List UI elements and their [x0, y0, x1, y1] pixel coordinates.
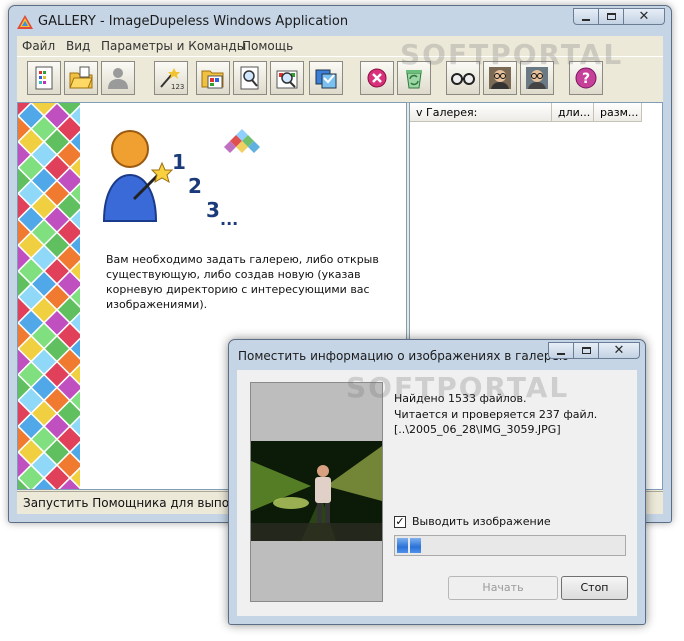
- maximize-icon: [606, 13, 616, 20]
- search-folder-button[interactable]: [270, 61, 304, 95]
- dialog-watermark: SOFTPORTAL: [346, 371, 569, 404]
- dialog-maximize-button[interactable]: [573, 342, 599, 359]
- compare-button[interactable]: [309, 61, 343, 95]
- watermark-text: SOFTPORTAL: [400, 38, 624, 71]
- search-image-button[interactable]: [233, 61, 267, 95]
- stop-button[interactable]: Стоп: [561, 576, 628, 600]
- main-title-bar[interactable]: GALLERY - ImageDupeless Windows Applicat…: [9, 6, 671, 36]
- svg-text:2: 2: [188, 174, 202, 198]
- app-icon: [17, 15, 33, 29]
- progress-fill: [397, 538, 421, 553]
- dialog-title: Поместить информацию о изображениях в га…: [238, 349, 569, 363]
- maximize-button[interactable]: [598, 8, 624, 25]
- column-header-length[interactable]: дли...: [552, 103, 594, 122]
- maximize-icon: [581, 347, 591, 354]
- wizard-user-illustration: 1 2 3 ...: [102, 129, 260, 229]
- menu-options[interactable]: Параметры и Команды: [101, 39, 246, 53]
- progress-bar: [394, 535, 626, 556]
- progress-segment: [410, 538, 421, 553]
- caption-buttons: ✕: [573, 8, 665, 25]
- open-gallery-button[interactable]: [64, 61, 98, 95]
- svg-text:?: ?: [582, 71, 590, 87]
- close-icon: ✕: [613, 343, 625, 358]
- close-icon: ✕: [638, 9, 650, 24]
- menu-view[interactable]: Вид: [66, 39, 90, 53]
- menu-file[interactable]: Файл: [22, 39, 55, 53]
- user-disabled-icon: [108, 68, 128, 89]
- preview-photo: [251, 441, 382, 541]
- window-title: GALLERY - ImageDupeless Windows Applicat…: [38, 14, 349, 29]
- dialog-minimize-button[interactable]: [548, 342, 574, 359]
- wizard-button[interactable]: 123: [154, 61, 188, 95]
- diamond-pattern: [18, 103, 80, 489]
- svg-text:...: ...: [220, 210, 238, 229]
- user-disabled-button[interactable]: [101, 61, 135, 95]
- current-file-path: [..\2005_06_28\IMG_3059.JPG]: [394, 423, 561, 436]
- search-folder-icon: [276, 70, 298, 89]
- column-header-size[interactable]: разм...: [594, 103, 642, 122]
- folder-image-icon: [201, 70, 224, 89]
- dialog-client-area: Найдено 1533 файлов. Читается и проверяе…: [237, 370, 637, 616]
- reading-file-text: Читается и проверяется 237 файл.: [394, 408, 598, 421]
- new-gallery-icon: [35, 66, 53, 90]
- delete-button[interactable]: [360, 61, 394, 95]
- dialog-close-button[interactable]: ✕: [598, 342, 640, 359]
- open-gallery-icon: [69, 66, 93, 89]
- minimize-icon: [557, 352, 565, 355]
- minimize-icon: [582, 18, 590, 21]
- column-header-gallery[interactable]: v Галерея:: [410, 103, 552, 122]
- show-image-checkbox[interactable]: ✓: [394, 516, 406, 528]
- svg-text:123: 123: [171, 83, 184, 91]
- progress-segment: [397, 538, 408, 553]
- watermark: SOFTPORTAL: [400, 38, 623, 71]
- start-button[interactable]: Начать: [448, 576, 558, 600]
- folder-image-button[interactable]: [196, 61, 230, 95]
- new-gallery-button[interactable]: [27, 61, 61, 95]
- instruction-text: Вам необходимо задать галерею, либо откр…: [106, 253, 379, 311]
- search-image-icon: [240, 66, 259, 90]
- dialog-caption-buttons: ✕: [548, 342, 640, 359]
- compare-icon: [315, 69, 337, 89]
- show-image-label[interactable]: Выводить изображение: [412, 515, 551, 528]
- close-button[interactable]: ✕: [623, 8, 665, 25]
- svg-text:1: 1: [172, 150, 186, 174]
- dialog-watermark-text: SOFTPORTAL: [346, 371, 570, 404]
- wizard-123-icon: 123: [160, 68, 184, 91]
- minimize-button[interactable]: [573, 8, 599, 25]
- image-preview: [250, 382, 383, 602]
- delete-icon: [367, 68, 387, 88]
- menu-help[interactable]: Помощь: [242, 39, 293, 53]
- svg-text:3: 3: [206, 198, 220, 222]
